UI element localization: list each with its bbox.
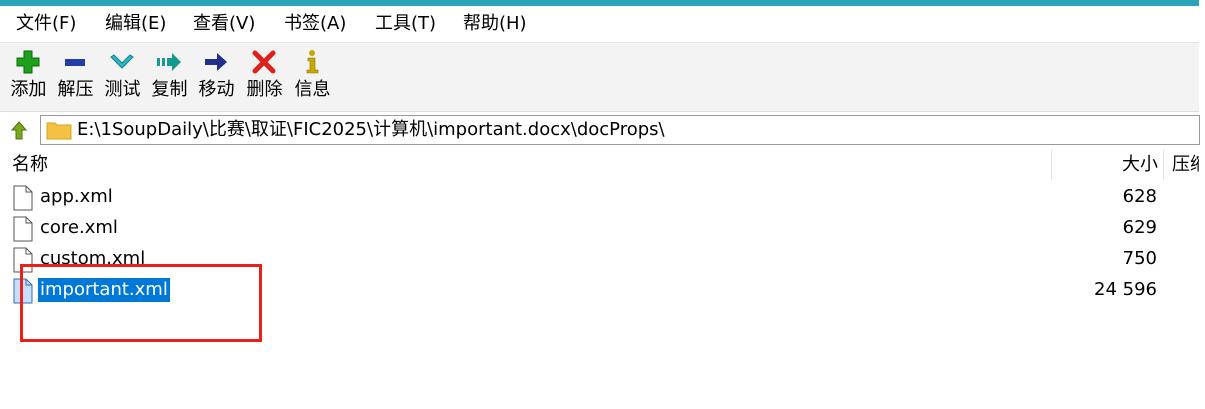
move-button[interactable]: 移动 xyxy=(193,43,240,109)
add-button[interactable]: 添加 xyxy=(5,43,52,109)
column-divider[interactable] xyxy=(1051,150,1052,180)
file-name: custom.xml xyxy=(40,248,146,269)
up-arrow-icon xyxy=(10,121,28,140)
info-icon xyxy=(306,50,319,74)
menu-bookmarks[interactable]: 书签(A) xyxy=(284,12,346,36)
menu-tools[interactable]: 工具(T) xyxy=(375,12,436,36)
test-button[interactable]: 测试 xyxy=(99,43,146,109)
up-folder-button[interactable] xyxy=(8,120,30,142)
info-label: 信息 xyxy=(294,79,331,100)
copy-label: 复制 xyxy=(151,79,188,100)
menu-edit[interactable]: 编辑(E) xyxy=(105,12,166,36)
file-name: app.xml xyxy=(40,186,113,207)
list-item[interactable]: custom.xml 750 xyxy=(0,244,1199,275)
list-header: 名称 大小 压缩 xyxy=(0,148,1199,182)
file-icon xyxy=(13,278,33,304)
check-icon xyxy=(110,54,134,69)
file-icon xyxy=(13,216,33,242)
list-item[interactable]: core.xml 629 xyxy=(0,213,1199,244)
column-header-packed[interactable]: 压缩 xyxy=(1172,153,1199,177)
file-list: app.xml 628 core.xml 629 custom.xml 750 … xyxy=(0,182,1199,409)
list-item-selected[interactable]: important.xml 24 596 xyxy=(0,275,1199,306)
file-size: 628 xyxy=(1122,186,1157,207)
column-header-size[interactable]: 大小 xyxy=(1110,153,1158,177)
path-text: E:\1SoupDaily\比赛\取证\FIC2025\计算机\importan… xyxy=(77,119,665,140)
extract-label: 解压 xyxy=(57,79,94,100)
toolbar: 添加 解压 测试 复制 移动 删除 信息 xyxy=(0,42,1199,111)
file-size: 24 596 xyxy=(1094,279,1157,300)
plus-icon xyxy=(16,50,40,74)
delete-label: 删除 xyxy=(246,79,283,100)
menu-help[interactable]: 帮助(H) xyxy=(463,12,527,36)
path-field[interactable]: E:\1SoupDaily\比赛\取证\FIC2025\计算机\importan… xyxy=(40,115,1200,145)
folder-icon xyxy=(46,122,72,140)
menu-file[interactable]: 文件(F) xyxy=(16,12,76,36)
copy-button[interactable]: 复制 xyxy=(146,43,193,109)
delete-x-icon xyxy=(252,50,276,74)
file-size: 750 xyxy=(1122,248,1157,269)
move-arrow-icon xyxy=(205,53,227,71)
info-button[interactable]: 信息 xyxy=(289,43,336,109)
extract-button[interactable]: 解压 xyxy=(52,43,99,109)
menu-view[interactable]: 查看(V) xyxy=(193,12,255,36)
file-name: important.xml xyxy=(38,278,170,302)
list-item[interactable]: app.xml 628 xyxy=(0,182,1199,213)
add-label: 添加 xyxy=(10,79,47,100)
minus-icon xyxy=(65,59,85,66)
file-name: core.xml xyxy=(40,217,118,238)
move-label: 移动 xyxy=(198,79,235,100)
test-label: 测试 xyxy=(104,79,141,100)
delete-button[interactable]: 删除 xyxy=(241,43,288,109)
address-bar: E:\1SoupDaily\比赛\取证\FIC2025\计算机\importan… xyxy=(0,111,1200,149)
menu-bar: 文件(F) 编辑(E) 查看(V) 书签(A) 工具(T) 帮助(H) xyxy=(0,6,1199,42)
copy-arrow-icon xyxy=(157,53,181,71)
file-size: 629 xyxy=(1122,217,1157,238)
file-icon xyxy=(13,247,33,273)
column-divider[interactable] xyxy=(1163,150,1164,180)
column-header-name[interactable]: 名称 xyxy=(12,153,48,177)
file-icon xyxy=(13,185,33,211)
